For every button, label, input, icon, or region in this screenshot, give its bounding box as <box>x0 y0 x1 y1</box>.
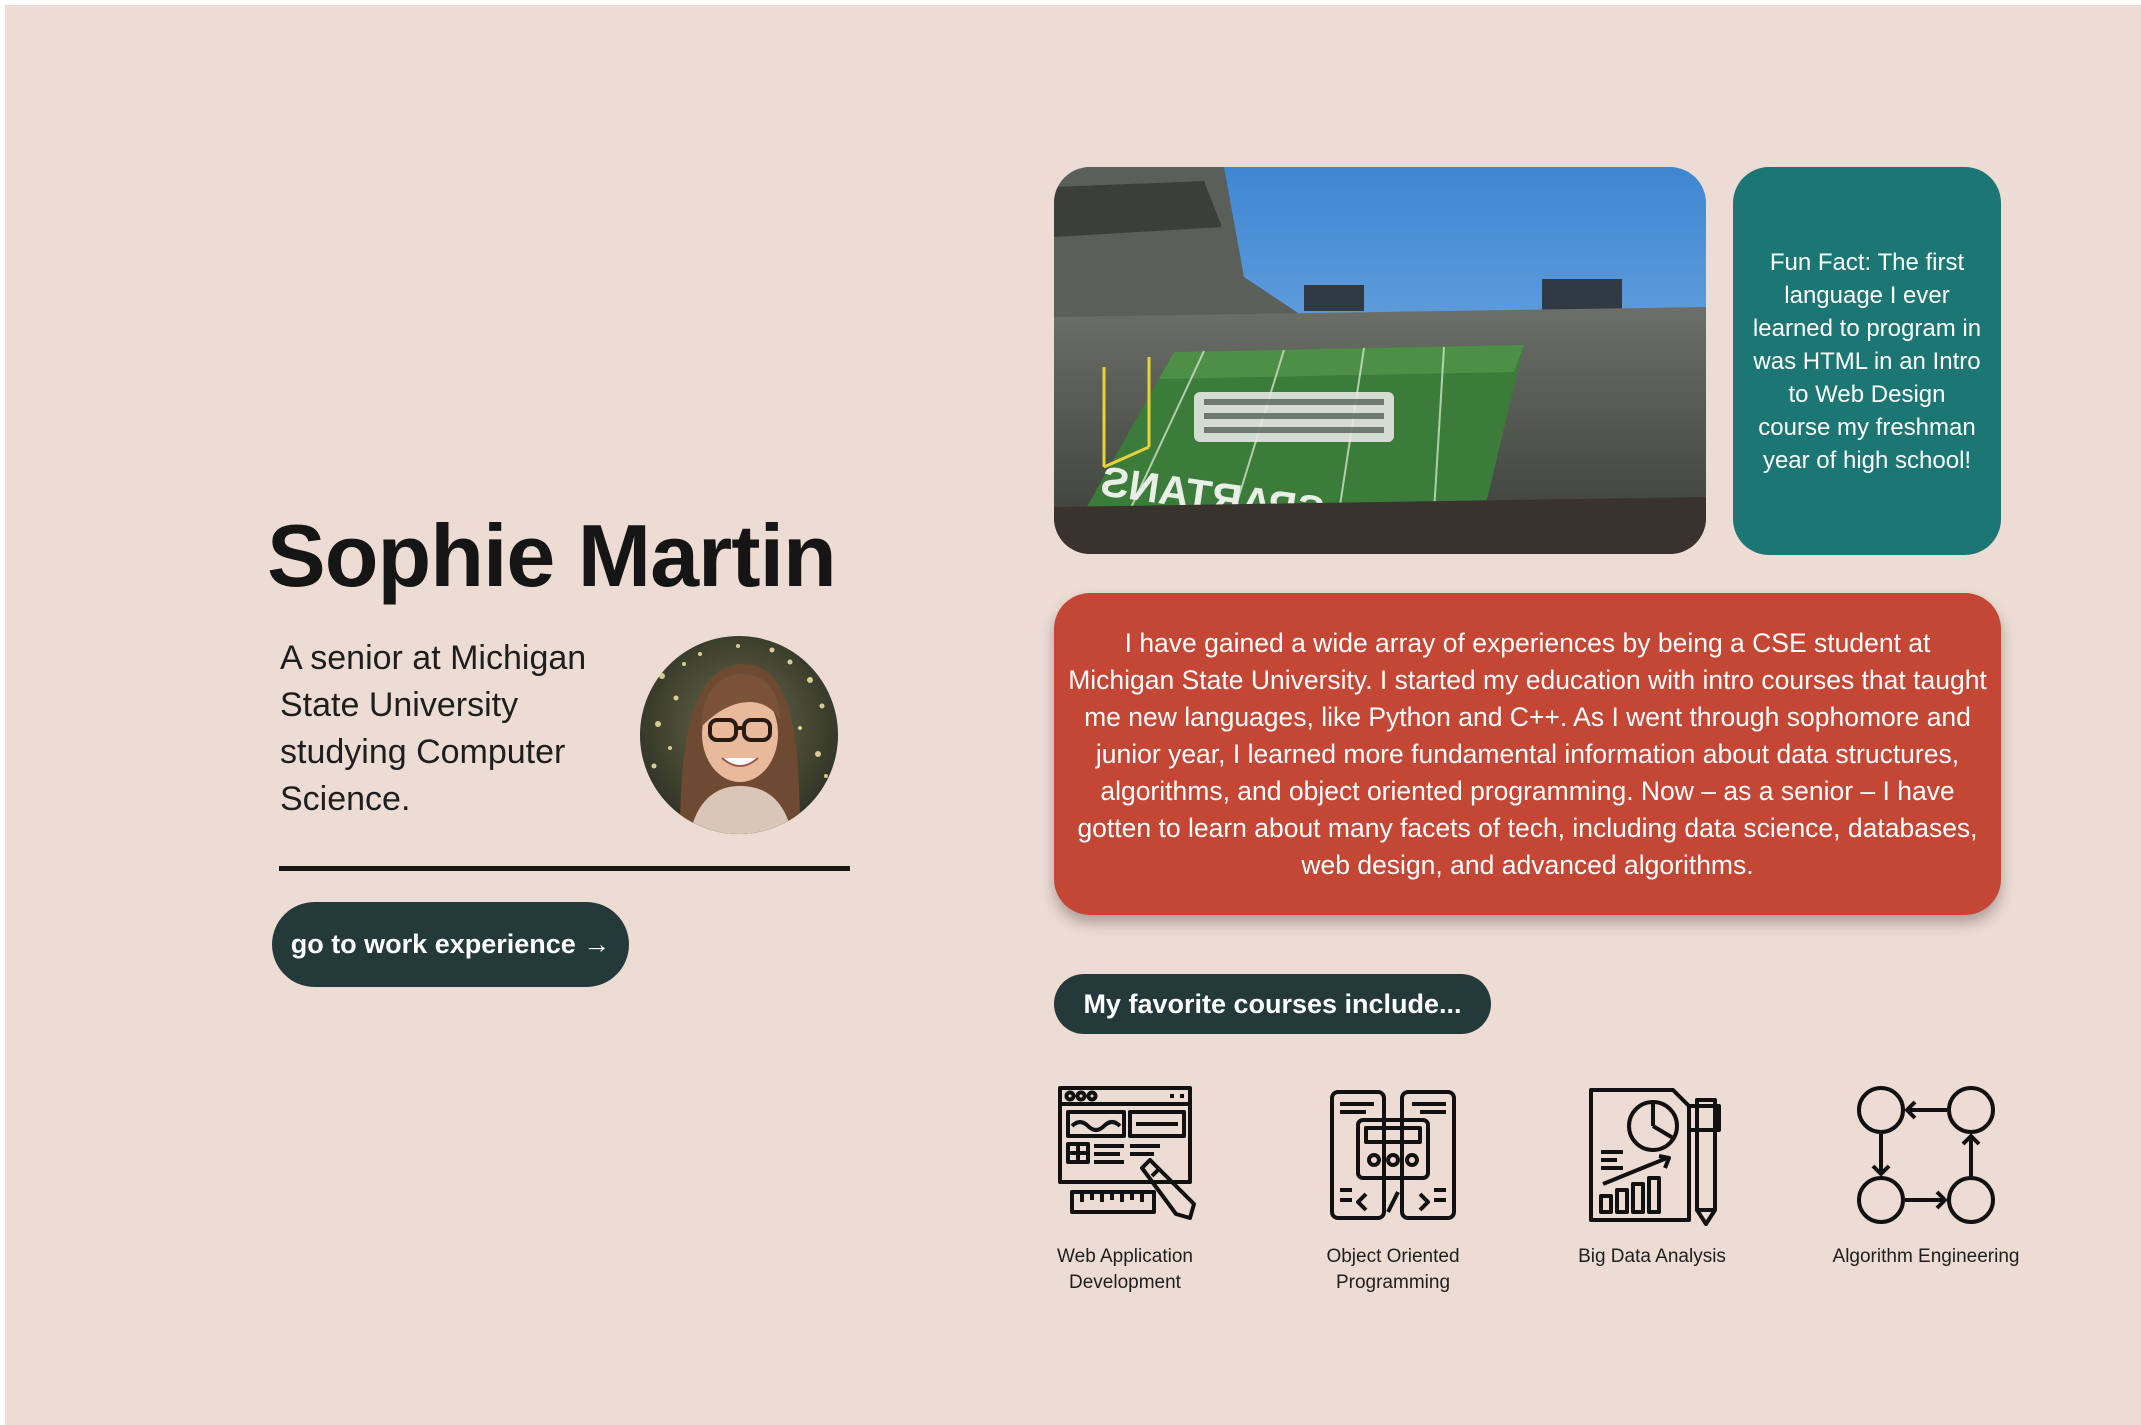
course-name: Algorithm Engineering <box>1832 1246 2020 1267</box>
page-background: Sophie Martin A senior at Michigan State… <box>5 5 2141 1425</box>
course-big-data: Big Data Analysis <box>1542 1080 1762 1270</box>
stadium-photo: SPARTANS <box>1054 167 1706 554</box>
favorite-courses-label: My favorite courses include... <box>1054 974 1491 1034</box>
experience-text: I have gained a wide array of experience… <box>1068 627 1987 880</box>
avatar <box>640 636 838 834</box>
profile-tagline: A senior at Michigan State University st… <box>280 639 587 818</box>
data-report-icon <box>1589 1088 1721 1226</box>
web-development-icon <box>1058 1086 1196 1220</box>
course-web-app-dev: Web Application Development <box>1015 1080 1235 1296</box>
course-algorithm-eng: Algorithm Engineering <box>1816 1080 2036 1270</box>
fun-fact-text: Fun Fact: The first language I ever lear… <box>1752 248 1982 474</box>
divider <box>279 866 850 871</box>
experience-card: I have gained a wide array of experience… <box>1054 593 2001 915</box>
course-name: Object Oriented Programming <box>1326 1246 1460 1293</box>
course-name: Big Data Analysis <box>1578 1246 1726 1267</box>
work-experience-button[interactable]: go to work experience → <box>272 902 629 987</box>
code-blocks-icon <box>1330 1090 1456 1220</box>
algorithm-cycle-icon <box>1857 1086 1995 1224</box>
fun-fact-card: Fun Fact: The first language I ever lear… <box>1733 167 2001 555</box>
course-oop: Object Oriented Programming <box>1283 1080 1503 1296</box>
profile-name: Sophie Martin <box>267 506 837 605</box>
course-name: Web Application Development <box>1057 1246 1193 1293</box>
